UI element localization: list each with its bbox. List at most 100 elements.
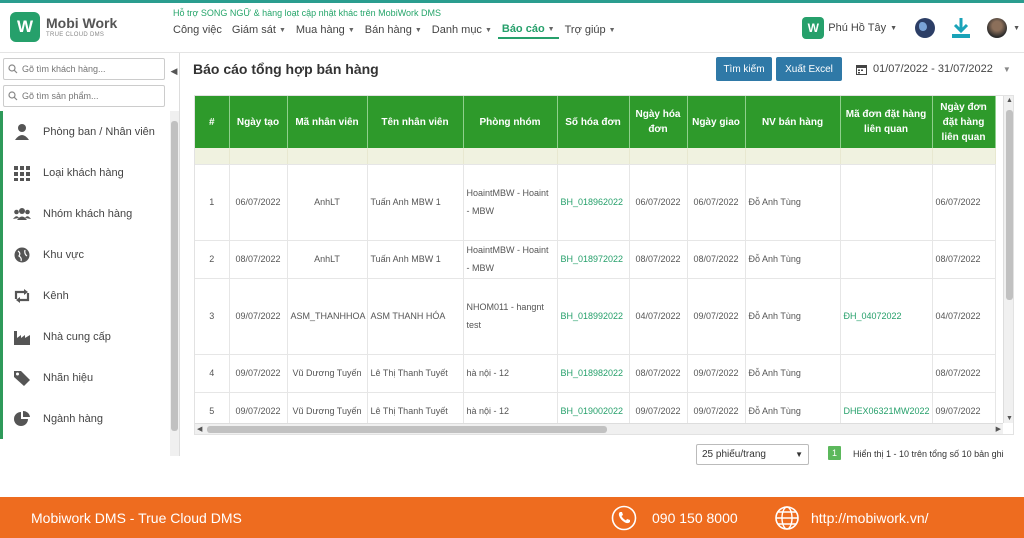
- sidebar-item-label: Ngành hàng: [43, 412, 103, 425]
- nav-item[interactable]: Bán hàng ▼: [361, 21, 426, 39]
- column-header[interactable]: Ngày hóa đơn: [629, 96, 688, 148]
- table-row[interactable]: 4 09/07/2022 Vũ Dương Tuyến Lê Thị Thanh Tu…: [195, 354, 996, 393]
- user-avatar[interactable]: [987, 18, 1008, 38]
- page-size-select[interactable]: 25 phiếu/trang ▼: [696, 444, 809, 465]
- cell-emp-code: Vũ Dương Tuyến: [287, 354, 368, 393]
- collapse-sidebar-icon[interactable]: ◀: [168, 62, 180, 80]
- company-selector[interactable]: Phú Hồ Tây: [828, 22, 886, 34]
- chevron-down-icon[interactable]: ▼: [1013, 25, 1020, 32]
- date-range-picker[interactable]: 01/07/2022 - 31/07/2022 ▼: [856, 59, 1016, 79]
- cell-delivery-date: 06/07/2022: [687, 164, 746, 241]
- table-vertical-scrollbar[interactable]: ▲ ▼: [1003, 96, 1013, 423]
- column-header[interactable]: Mã đơn đặt hàng liên quan: [840, 96, 933, 148]
- sidebar-item-departments[interactable]: Phòng ban / Nhân viên: [0, 111, 170, 152]
- cell-delivery-date: 09/07/2022: [687, 354, 746, 393]
- cell-invoice[interactable]: BH_018982022: [557, 354, 630, 393]
- nav-item-label: Công việc: [173, 24, 222, 36]
- chevron-down-icon: ▼: [484, 26, 492, 34]
- table-row[interactable]: 1 06/07/2022 AnhLT Tuấn Anh MBW 1 HoaintMBW …: [195, 164, 996, 241]
- cell-order-code[interactable]: ĐH_04072022: [840, 278, 933, 355]
- nav-item[interactable]: Mua hàng ▼: [292, 21, 359, 39]
- download-icon[interactable]: [949, 16, 973, 40]
- cell-emp-name: Tuấn Anh MBW 1: [367, 164, 464, 241]
- date-range-value: 01/07/2022 - 31/07/2022: [873, 63, 993, 75]
- nav-item[interactable]: Giám sát ▼: [228, 21, 290, 39]
- announcement-link[interactable]: Hỗ trợ SONG NGỮ & hàng loạt cập nhật khá…: [173, 8, 441, 18]
- phone-icon: [611, 505, 637, 531]
- scrollbar-thumb[interactable]: [207, 426, 607, 433]
- scrollbar-thumb[interactable]: [171, 121, 178, 431]
- nav-item[interactable]: Báo cáo ▼: [497, 21, 559, 39]
- cell-order-code[interactable]: [840, 240, 933, 279]
- company-logo: W: [802, 17, 825, 39]
- nav-item[interactable]: Danh mục ▼: [428, 21, 496, 39]
- cell-group: NHOM011 - hangnt test: [463, 278, 558, 355]
- logo-mark: W: [10, 12, 40, 42]
- nav-item[interactable]: Công việc: [169, 21, 226, 39]
- column-header[interactable]: Tên nhân viên: [367, 96, 464, 148]
- sidebar-item-suppliers[interactable]: Nhà cung cấp: [0, 316, 170, 357]
- search-icon: [8, 64, 18, 74]
- column-header[interactable]: NV bán hàng: [745, 96, 841, 148]
- column-header[interactable]: Phòng nhóm: [463, 96, 558, 148]
- table-row[interactable]: 3 09/07/2022 ASM_THANHHOA ASM THANH HÓA NHOM…: [195, 278, 996, 355]
- chevron-down-icon[interactable]: ▼: [890, 25, 897, 32]
- customer-search-input[interactable]: [22, 64, 162, 74]
- chevron-down-icon[interactable]: ▼: [1003, 65, 1011, 74]
- group-icon: [13, 207, 31, 220]
- footer-phone[interactable]: 090 150 8000: [652, 510, 738, 526]
- cell-invoice[interactable]: BH_018972022: [557, 240, 630, 279]
- sidebar-item-brands[interactable]: Nhãn hiệu: [0, 357, 170, 398]
- globe-icon[interactable]: [915, 18, 936, 38]
- sidebar-item-channels[interactable]: Kênh: [0, 275, 170, 316]
- report-main: Báo cáo tổng hợp bán hàng Tìm kiếm Xuất …: [180, 53, 1024, 470]
- search-button[interactable]: Tìm kiếm: [716, 57, 772, 81]
- cell-emp-code: AnhLT: [287, 164, 368, 241]
- product-search[interactable]: [3, 85, 165, 107]
- chevron-down-icon: ▼: [278, 26, 286, 34]
- nav-item-label: Bán hàng: [364, 24, 412, 36]
- cell-seller: Đỗ Anh Tùng: [745, 354, 841, 393]
- cell-seller: Đỗ Anh Tùng: [745, 164, 841, 241]
- main-nav: Công việc Giám sát ▼ Mua hàng ▼ Bán hàng ▼ Danh…: [169, 21, 622, 39]
- export-excel-button[interactable]: Xuất Excel: [776, 57, 842, 81]
- table-horizontal-scrollbar[interactable]: ◀ ▶: [195, 423, 1003, 434]
- sidebar-item-categories[interactable]: Ngành hàng: [0, 398, 170, 439]
- table-row[interactable]: 2 08/07/2022 AnhLT Tuấn Anh MBW 1 HoaintMBW …: [195, 240, 996, 279]
- grid-icon: [14, 165, 30, 181]
- sidebar-scrollbar[interactable]: [170, 111, 179, 456]
- product-search-input[interactable]: [22, 91, 162, 101]
- nav-item[interactable]: Trợ giúp ▼: [561, 21, 620, 39]
- tag-icon: [14, 370, 30, 386]
- cell-created: 08/07/2022: [229, 240, 288, 279]
- mobiwork-logo[interactable]: W Mobi Work TRUE CLOUD DMS: [10, 12, 117, 42]
- cell-invoice[interactable]: BH_018962022: [557, 164, 630, 241]
- column-header[interactable]: Số hóa đơn: [557, 96, 630, 148]
- cell-order-code[interactable]: [840, 354, 933, 393]
- column-header[interactable]: Mã nhân viên: [287, 96, 368, 148]
- sidebar-item-customer-types[interactable]: Loại khách hàng: [0, 152, 170, 193]
- sidebar-item-label: Khu vực: [43, 248, 84, 261]
- sidebar-item-customer-groups[interactable]: Nhóm khách hàng: [0, 193, 170, 234]
- column-header[interactable]: #: [195, 96, 230, 148]
- cell-emp-name: Tuấn Anh MBW 1: [367, 240, 464, 279]
- pie-icon: [14, 410, 30, 426]
- column-header[interactable]: Ngày tạo: [229, 96, 288, 148]
- cell-delivery-date: 09/07/2022: [687, 278, 746, 355]
- cell-order-code[interactable]: [840, 164, 933, 241]
- page-button-1[interactable]: 1: [828, 446, 841, 460]
- cell-emp-code: ASM_THANHHOA: [287, 278, 368, 355]
- cell-emp-name: ASM THANH HÓA: [367, 278, 464, 355]
- column-header[interactable]: Ngày đơn đặt hàng liên quan: [932, 96, 996, 148]
- cell-group: HoaintMBW - Hoaint - MBW: [463, 164, 558, 241]
- cell-emp-name: Lê Thị Thanh Tuyết: [367, 354, 464, 393]
- sidebar-item-regions[interactable]: Khu vực: [0, 234, 170, 275]
- website-globe-icon: [775, 506, 799, 530]
- scrollbar-thumb[interactable]: [1006, 110, 1013, 300]
- column-header[interactable]: Ngày giao: [687, 96, 746, 148]
- promo-footer: Mobiwork DMS - True Cloud DMS 090 150 80…: [0, 497, 1024, 538]
- cell-invoice[interactable]: BH_018992022: [557, 278, 630, 355]
- footer-website[interactable]: http://mobiwork.vn/: [811, 510, 929, 526]
- customer-search[interactable]: [3, 58, 165, 80]
- cell-no: 2: [195, 240, 230, 279]
